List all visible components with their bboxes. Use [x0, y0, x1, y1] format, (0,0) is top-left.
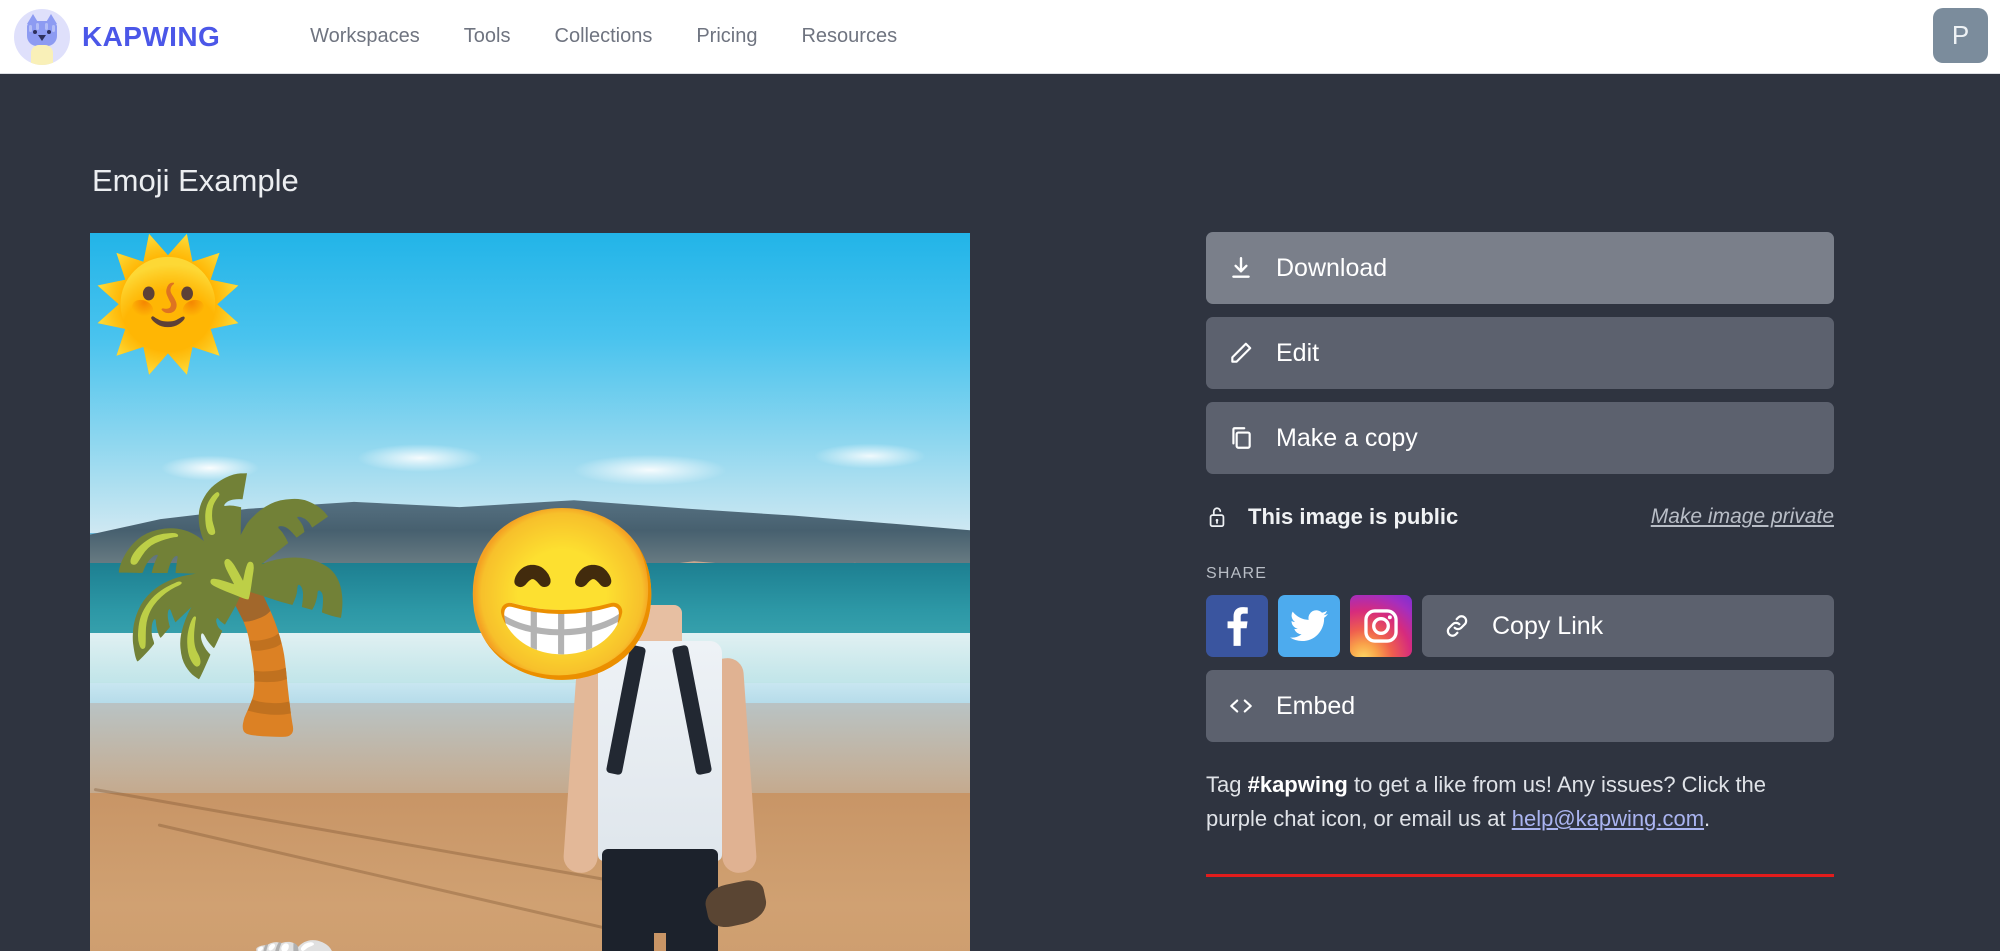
nav-item-workspaces[interactable]: Workspaces [288, 25, 442, 48]
nav-item-tools[interactable]: Tools [442, 25, 533, 48]
palm-tree-emoji: 🌴 [90, 483, 381, 723]
make-a-copy-button[interactable]: Make a copy [1206, 402, 1834, 474]
visibility-status: This image is public [1248, 504, 1458, 530]
support-email-link[interactable]: help@kapwing.com [1512, 806, 1704, 831]
share-row: Copy Link [1206, 595, 1834, 657]
edit-button[interactable]: Edit [1206, 317, 1834, 389]
pencil-icon [1206, 340, 1276, 366]
make-image-private-link[interactable]: Make image private [1651, 505, 1834, 529]
nav-item-pricing[interactable]: Pricing [674, 25, 779, 48]
share-twitter-button[interactable] [1278, 595, 1340, 657]
copy-link-button[interactable]: Copy Link [1422, 595, 1834, 657]
page-title: Emoji Example [92, 163, 299, 199]
cat-mascot-icon [14, 9, 70, 65]
copy-icon [1206, 425, 1276, 451]
facebook-icon [1220, 606, 1254, 646]
action-panel: Download Edit Make a copy [1206, 232, 1834, 877]
embed-label: Embed [1276, 692, 1355, 721]
unlock-icon [1206, 505, 1248, 529]
download-button[interactable]: Download [1206, 232, 1834, 304]
divider-rule [1206, 874, 1834, 877]
make-a-copy-label: Make a copy [1276, 424, 1418, 453]
sun-with-face-emoji: 🌞 [92, 243, 244, 365]
tagline-text: Tag #kapwing to get a like from us! Any … [1206, 768, 1806, 836]
tagline-suffix: . [1704, 806, 1710, 831]
site-header: KAPWING Workspaces Tools Collections Pri… [0, 0, 2000, 74]
main-nav: Workspaces Tools Collections Pricing Res… [288, 25, 919, 48]
share-facebook-button[interactable] [1206, 595, 1268, 657]
share-section-label: SHARE [1206, 565, 1834, 583]
link-icon [1422, 612, 1492, 640]
nav-item-collections[interactable]: Collections [533, 25, 675, 48]
edit-label: Edit [1276, 339, 1319, 368]
download-icon [1206, 255, 1276, 281]
brand-name: KAPWING [82, 21, 220, 53]
download-label: Download [1276, 254, 1387, 283]
beaming-face-emoji: 😁 [458, 511, 667, 679]
visibility-row: This image is public Make image private [1206, 487, 1834, 547]
brand-logo[interactable]: KAPWING [14, 9, 220, 65]
nav-item-resources[interactable]: Resources [779, 25, 919, 48]
page-body: Emoji Example 🌞 🌴 😁 🐚 [0, 74, 2000, 950]
copy-link-label: Copy Link [1492, 612, 1603, 641]
embed-button[interactable]: Embed [1206, 670, 1834, 742]
tagline-hashtag: #kapwing [1248, 772, 1348, 797]
tagline-prefix: Tag [1206, 772, 1248, 797]
instagram-icon [1362, 607, 1400, 645]
code-icon [1206, 693, 1276, 719]
avatar[interactable]: P [1933, 8, 1988, 63]
twitter-icon [1290, 610, 1328, 642]
share-instagram-button[interactable] [1350, 595, 1412, 657]
image-preview[interactable]: 🌞 🌴 😁 🐚 [90, 233, 970, 951]
